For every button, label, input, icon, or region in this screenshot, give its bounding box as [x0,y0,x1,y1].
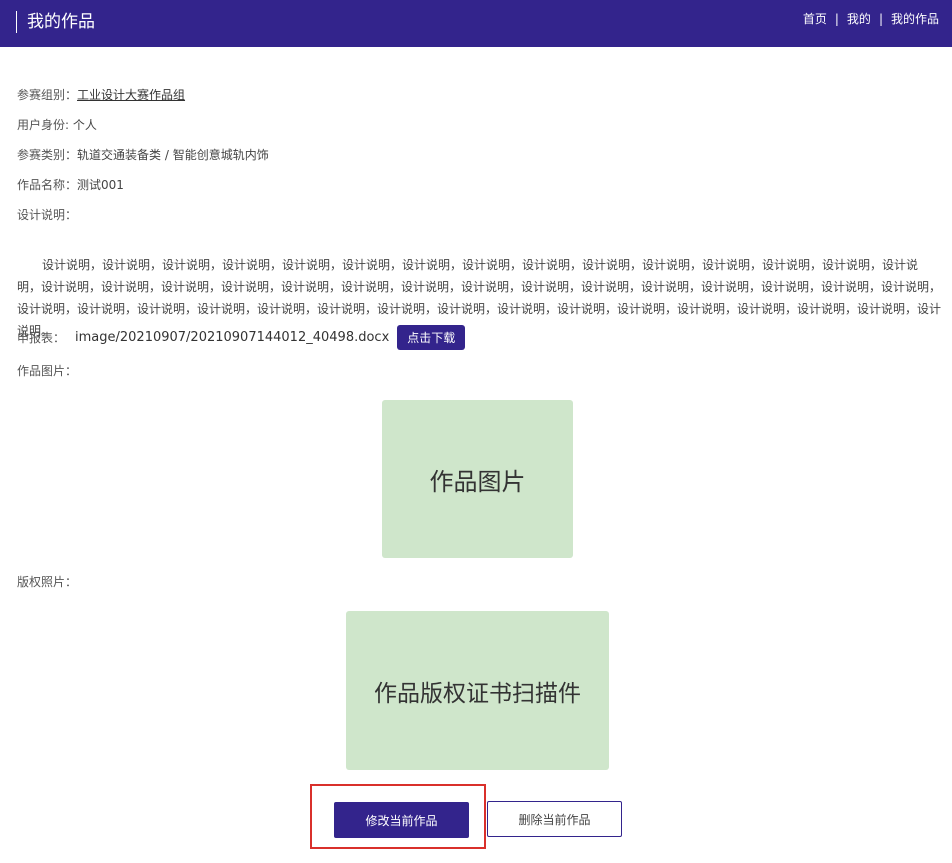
nav-separator: | [878,12,883,26]
top-nav: 首页 | 我的 | 我的作品 [803,10,939,28]
copyright-label: 版权照片： [17,575,78,589]
copyright-image: 作品版权证书扫描件 [346,611,609,770]
group-label: 参赛组别： [17,88,78,102]
form-file-name: image/20210907/20210907144012_40498.docx [75,330,390,345]
delete-work-button[interactable]: 删除当前作品 [487,801,622,837]
category-label: 参赛类别： [17,148,78,162]
group-link[interactable]: 工业设计大赛作品组 [77,88,185,102]
category-row: 参赛类别：轨道交通装备类 / 智能创意城轨内饰 [17,147,269,163]
form-file-row: 申报表： image/20210907/20210907144012_40498… [17,325,466,350]
work-name-row: 作品名称：测试001 [17,177,124,193]
nav-separator: | [834,12,839,26]
identity-value: 个人 [72,118,97,132]
nav-my-works-link[interactable]: 我的作品 [891,10,939,28]
nav-mine-link[interactable]: 我的 [847,10,871,28]
work-image-label: 作品图片： [17,364,78,378]
nav-home-link[interactable]: 首页 [803,10,827,28]
edit-work-button[interactable]: 修改当前作品 [334,802,469,838]
design-desc-label: 设计说明： [17,208,78,222]
category-value: 轨道交通装备类 / 智能创意城轨内饰 [77,148,269,162]
copyright-image-placeholder-text: 作品版权证书扫描件 [374,680,581,707]
work-name-value: 测试001 [77,178,124,192]
work-image: 作品图片 [382,400,573,558]
work-name-label: 作品名称： [17,178,78,192]
top-header: 我的作品 首页 | 我的 | 我的作品 [0,0,952,47]
work-image-placeholder-text: 作品图片 [429,467,526,496]
page-title: 我的作品 [16,11,95,33]
form-label: 申报表： [17,331,66,345]
group-row: 参赛组别：工业设计大赛作品组 [17,87,185,103]
identity-label: 用户身份: [17,118,73,132]
download-button[interactable]: 点击下载 [397,325,466,350]
identity-row: 用户身份: 个人 [17,117,97,133]
